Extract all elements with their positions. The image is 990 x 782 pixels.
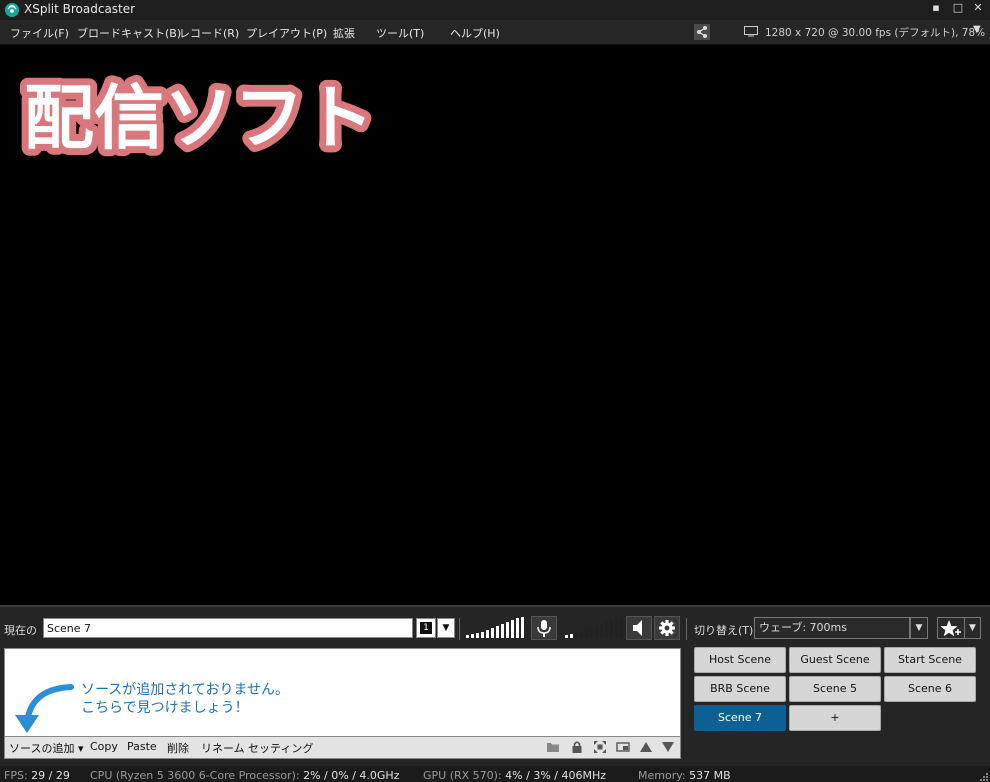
- scene-number-box[interactable]: 1: [416, 618, 436, 638]
- resize-grip-icon[interactable]: [978, 771, 988, 781]
- scene-button-7[interactable]: Scene 7: [694, 705, 786, 731]
- lock-icon[interactable]: [570, 740, 584, 754]
- fps-status: FPS: 29 / 29: [4, 769, 70, 782]
- overlay-title: 配信ソフト 配信ソフト: [18, 70, 381, 162]
- fps-value: 29 / 29: [31, 769, 70, 782]
- memory-value: 537 MB: [689, 769, 731, 782]
- menu-file[interactable]: ファイル(F): [10, 25, 69, 41]
- transition-dropdown-button[interactable]: ▼: [910, 617, 928, 639]
- settings-button[interactable]: セッティング: [248, 740, 313, 756]
- audio-level-meter-speaker: [565, 617, 623, 638]
- transition-select[interactable]: ウェーブ: 700ms: [754, 617, 910, 639]
- menu-record[interactable]: レコード(R): [179, 25, 239, 41]
- resolution-selector[interactable]: 1280 x 720 @ 30.00 fps (デフォルト), 78%: [765, 25, 985, 40]
- menu-playout[interactable]: プレイアウト(P): [246, 25, 327, 41]
- paste-button[interactable]: Paste: [127, 740, 157, 753]
- monitor-icon: [744, 26, 758, 37]
- empty-sources-hint: こちらで見つけましょう！: [81, 700, 249, 716]
- scene-button-guest[interactable]: Guest Scene: [789, 647, 881, 673]
- rename-button[interactable]: リネーム: [201, 740, 245, 756]
- current-scene-label: 現在の: [4, 624, 37, 637]
- overlay-text: 配信ソフト: [24, 77, 374, 159]
- scene-button-6[interactable]: Scene 6: [884, 676, 976, 702]
- menu-broadcast[interactable]: ブロードキャスト(B): [77, 25, 181, 41]
- audio-level-meter-mic: [466, 617, 524, 638]
- move-down-icon[interactable]: [661, 740, 675, 754]
- menu-tools[interactable]: ツール(T): [376, 25, 424, 41]
- scene-button-start[interactable]: Start Scene: [884, 647, 976, 673]
- audio-settings-button[interactable]: [654, 616, 680, 640]
- close-button[interactable]: ✕: [968, 0, 988, 18]
- favorite-dropdown-button[interactable]: ▼: [964, 617, 981, 639]
- folder-icon[interactable]: [546, 740, 560, 754]
- layout-icon[interactable]: [616, 740, 630, 754]
- scene-button-5[interactable]: Scene 5: [789, 676, 881, 702]
- sources-panel[interactable]: ソースが追加されておりません。 こちらで見つけましょう！: [4, 648, 681, 737]
- menu-help[interactable]: ヘルプ(H): [450, 25, 500, 41]
- scene-button-brb[interactable]: BRB Scene: [694, 676, 786, 702]
- add-scene-button[interactable]: +: [789, 705, 881, 731]
- title-bar: XSplit Broadcaster ▪ □ ✕: [0, 0, 990, 20]
- speaker-button[interactable]: [626, 616, 652, 640]
- star-plus-icon: [940, 620, 961, 637]
- gpu-status: GPU (RX 570): 4% / 3% / 406MHz: [423, 769, 606, 782]
- scene-name-input[interactable]: Scene 7: [43, 618, 413, 638]
- gpu-label: GPU (RX 570):: [423, 769, 502, 782]
- divider: [686, 618, 687, 640]
- scene-dropdown-button[interactable]: ▼: [437, 618, 455, 638]
- status-bar: FPS: 29 / 29 CPU (Ryzen 5 3600 6-Core Pr…: [0, 766, 990, 782]
- cpu-label: CPU (Ryzen 5 3600 6-Core Processor):: [90, 769, 300, 782]
- memory-label: Memory:: [638, 769, 686, 782]
- expand-icon[interactable]: [593, 740, 607, 754]
- gpu-value: 4% / 3% / 406MHz: [505, 769, 607, 782]
- window-title: XSplit Broadcaster: [24, 2, 136, 16]
- copy-button[interactable]: Copy: [90, 740, 118, 753]
- empty-sources-message: ソースが追加されておりません。: [81, 682, 290, 698]
- memory-status: Memory: 537 MB: [638, 769, 731, 782]
- curved-arrow-icon: [15, 684, 74, 733]
- divider: [459, 618, 460, 640]
- bottom-panel: 現在の Scene 7 1 ▼ 切り替え(T) ウェーブ: 700ms ▼ ▼ …: [0, 605, 990, 767]
- cpu-status: CPU (Ryzen 5 3600 6-Core Processor): 2% …: [90, 769, 399, 782]
- minimize-button[interactable]: ▪: [926, 0, 946, 18]
- gear-icon: [659, 620, 675, 636]
- menu-bar: ファイル(F) ブロードキャスト(B) レコード(R) プレイアウト(P) 拡張…: [0, 20, 990, 45]
- add-source-button[interactable]: ソースの追加 ▾: [9, 740, 83, 756]
- fps-label: FPS:: [4, 769, 28, 782]
- delete-button[interactable]: 削除: [167, 740, 189, 756]
- menu-extensions[interactable]: 拡張: [333, 25, 355, 41]
- microphone-button[interactable]: [531, 616, 557, 640]
- source-toolbar: ソースの追加 ▾ Copy Paste 削除 リネーム セッティング: [4, 737, 681, 759]
- favorite-transition-button[interactable]: [937, 617, 965, 639]
- microphone-icon: [537, 620, 551, 637]
- cpu-value: 2% / 0% / 4.0GHz: [303, 769, 400, 782]
- chevron-down-icon[interactable]: ▼: [973, 24, 981, 35]
- move-up-icon[interactable]: [639, 740, 653, 754]
- share-icon[interactable]: [694, 24, 710, 40]
- scene-button-host[interactable]: Host Scene: [694, 647, 786, 673]
- transition-label: 切り替え(T): [694, 624, 754, 637]
- maximize-button[interactable]: □: [948, 0, 968, 18]
- scene-number: 1: [420, 622, 432, 634]
- xsplit-logo-icon: [5, 3, 19, 17]
- speaker-icon: [633, 620, 642, 636]
